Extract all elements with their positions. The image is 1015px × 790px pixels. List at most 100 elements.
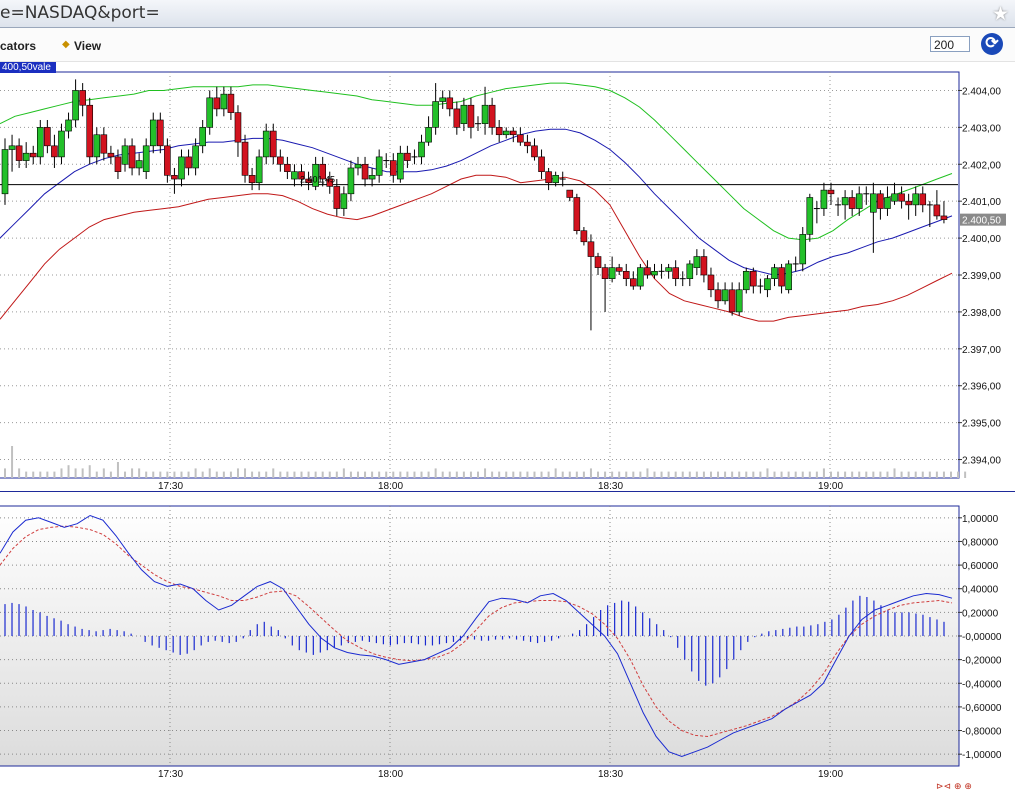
candle-body	[9, 146, 15, 150]
volume-bar	[576, 472, 578, 478]
volume-bar	[336, 472, 338, 478]
candle-body	[334, 186, 340, 208]
volume-bar	[611, 472, 613, 478]
volume-bar	[901, 472, 903, 478]
volume-bar	[39, 472, 41, 478]
volume-bar	[851, 472, 853, 478]
volume-bar	[202, 472, 204, 478]
view-diamond-icon: ◆	[62, 39, 70, 50]
volume-bar	[823, 468, 825, 478]
time-tick-label: 18:30	[598, 481, 623, 492]
volume-bar	[541, 472, 543, 478]
volume-bar	[752, 472, 754, 478]
candle-body	[136, 161, 142, 168]
candle-body	[856, 194, 862, 209]
volume-bar	[788, 472, 790, 478]
candle-body	[800, 234, 806, 264]
candle-body	[877, 194, 883, 209]
candle-body	[644, 268, 650, 275]
candle-body	[214, 98, 220, 109]
volume-bar	[724, 472, 726, 478]
volume-bar	[717, 472, 719, 478]
candle-body	[687, 264, 693, 279]
view-menu[interactable]: View	[74, 39, 101, 53]
bar-count-input[interactable]: 200	[930, 36, 970, 52]
candle-body	[546, 172, 552, 183]
candle-body	[242, 142, 248, 175]
volume-bar	[237, 468, 239, 478]
panel-controls[interactable]: ⊳⊲ ⊕ ⊕	[936, 782, 972, 790]
volume-bar	[950, 472, 952, 478]
volume-bar	[604, 472, 606, 478]
volume-bar	[689, 472, 691, 478]
candle-body	[517, 135, 523, 142]
volume-bar	[759, 472, 761, 478]
volume-bar	[413, 472, 415, 478]
volume-bar	[915, 472, 917, 478]
volume-bar	[731, 472, 733, 478]
candle-body	[362, 164, 368, 179]
volume-bar	[703, 472, 705, 478]
volume-bar	[936, 472, 938, 478]
candle-body	[30, 153, 36, 157]
time-tick-label: 18:00	[378, 481, 403, 492]
volume-bar	[82, 468, 84, 478]
candle-body	[461, 105, 467, 123]
candle-body	[101, 135, 107, 153]
candle-body	[143, 146, 149, 172]
macd-time-tick-label: 19:00	[818, 769, 843, 780]
candle-body	[892, 194, 898, 201]
macd-tick-label: 0,20000	[962, 608, 999, 619]
volume-bar	[392, 472, 394, 478]
volume-bar	[477, 472, 479, 478]
volume-bar	[180, 472, 182, 478]
volume-bar	[908, 472, 910, 478]
volume-bar	[272, 468, 274, 478]
volume-bar	[279, 472, 281, 478]
candle-body	[73, 90, 79, 120]
candle-body	[764, 279, 770, 290]
candle-body	[489, 105, 495, 127]
candle-body	[623, 271, 629, 278]
candle-body	[920, 194, 926, 205]
volume-bar	[668, 472, 670, 478]
symbol-tag: 400,50vale	[2, 62, 51, 73]
volume-bar	[188, 472, 190, 478]
favorite-star-icon[interactable]: ★	[992, 3, 1009, 26]
candle-body	[263, 131, 269, 157]
candle-body	[51, 146, 57, 157]
candle-body	[390, 161, 396, 176]
volume-bar	[173, 472, 175, 478]
volume-bar	[89, 465, 91, 478]
macd-tick-label: -0,60000	[962, 703, 1002, 714]
candle-body	[129, 146, 135, 168]
price-tick-label: 2.403,00	[962, 123, 1001, 134]
candle-body	[849, 197, 855, 208]
candle-body	[651, 271, 657, 275]
refresh-icon[interactable]: ⟳	[981, 33, 1003, 55]
candle-body	[440, 98, 446, 102]
volume-bar	[315, 472, 317, 478]
volume-bar	[738, 472, 740, 478]
candle-body	[539, 157, 545, 172]
price-tick-label: 2.401,00	[962, 197, 1001, 208]
indicators-menu[interactable]: cators	[0, 39, 36, 53]
volume-bar	[75, 468, 77, 478]
candle-body	[779, 268, 785, 286]
volume-bar	[68, 465, 70, 478]
candle-body	[16, 146, 22, 161]
time-tick-label: 17:30	[158, 481, 183, 492]
candle-body	[171, 175, 177, 179]
volume-bar	[583, 472, 585, 478]
volume-bar	[766, 468, 768, 478]
candle-body	[80, 90, 86, 105]
volume-bar	[421, 472, 423, 478]
volume-bar	[96, 472, 98, 478]
candle-body	[899, 194, 905, 201]
address-text[interactable]: e=NASDAQ&port=	[0, 3, 160, 23]
candle-body	[186, 157, 192, 168]
candle-body	[228, 94, 234, 112]
volume-bar	[512, 472, 514, 478]
candle-body	[673, 268, 679, 279]
price-time-axis: 17:3018:0018:3019:00	[158, 481, 843, 492]
